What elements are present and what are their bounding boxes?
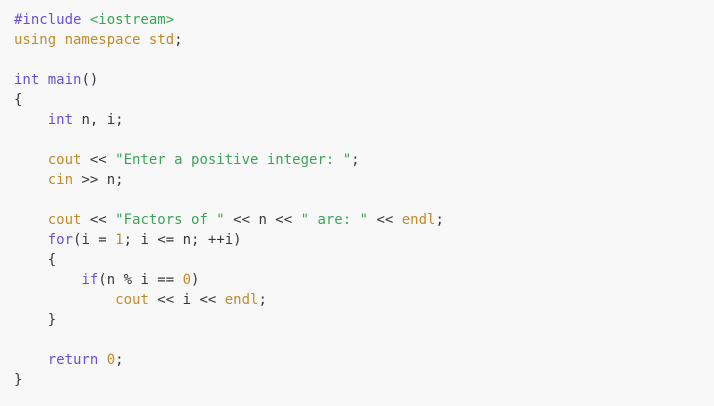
code-line: cin >> n; [14, 170, 700, 190]
code-block: #include <iostream> using namespace std; i… [0, 0, 714, 406]
code-token: endl [401, 212, 436, 228]
code-token: cout [47, 152, 82, 168]
code-line: { [14, 90, 700, 110]
code-token: () [81, 72, 99, 88]
code-token: 1 [115, 232, 124, 248]
code-token: int [14, 72, 48, 88]
code-token: int [47, 112, 82, 128]
code-token: } [14, 372, 23, 388]
code-line: using namespace std; [14, 30, 700, 50]
code-line: cout << i << endl; [14, 290, 700, 310]
code-line: cout << "Factors of " << n << " are: " <… [14, 210, 700, 230]
code-token: for [47, 232, 74, 248]
code-token: 0 [106, 352, 116, 368]
code-token: ; i <= n; ++i) [123, 232, 242, 248]
code-token: ; [115, 352, 124, 368]
code-token: cout [115, 292, 149, 308]
code-token: << i << [148, 292, 225, 308]
code-line: #include <iostream> [14, 10, 700, 30]
code-token: ; [435, 212, 444, 228]
code-token: >> n; [73, 172, 124, 188]
code-token: ; [174, 32, 183, 48]
code-line: int n, i; [14, 110, 700, 130]
code-token: cout [47, 212, 82, 228]
code-line: } [14, 370, 700, 390]
code-token: (n % i == [98, 272, 183, 288]
code-token: } [14, 312, 57, 328]
code-token: << [81, 152, 116, 168]
code-line: int main() [14, 70, 700, 90]
code-token: return [47, 352, 107, 368]
code-token: ; [258, 292, 267, 308]
code-line: for(i = 1; i <= n; ++i) [14, 230, 700, 250]
code-line: } [14, 310, 700, 330]
code-token: ) [191, 272, 200, 288]
code-token: "Factors of " [115, 212, 225, 228]
code-token: "Enter a positive integer: " [115, 152, 352, 168]
code-token: std [148, 32, 175, 48]
code-token: { [14, 252, 57, 268]
code-token: endl [224, 292, 259, 308]
code-line: { [14, 250, 700, 270]
code-token: << n << [224, 212, 301, 228]
code-token: namespace [64, 32, 149, 48]
code-token: cin [47, 172, 74, 188]
code-token: " are: " [300, 212, 369, 228]
code-token: (i = [73, 232, 116, 248]
code-token: << [81, 212, 116, 228]
code-token: if [81, 272, 99, 288]
code-token: 0 [182, 272, 192, 288]
code-token: { [14, 92, 23, 108]
code-line: cout << "Enter a positive integer: "; [14, 150, 700, 170]
code-token: <iostream> [89, 12, 175, 28]
code-line: if(n % i == 0) [14, 270, 700, 290]
code-token: main [47, 72, 82, 88]
code-token: << [368, 212, 402, 228]
code-line: return 0; [14, 350, 700, 370]
code-token: ; [351, 152, 360, 168]
code-token: n, i; [81, 112, 124, 128]
code-token: #include [14, 12, 90, 28]
code-token: using [14, 32, 65, 48]
